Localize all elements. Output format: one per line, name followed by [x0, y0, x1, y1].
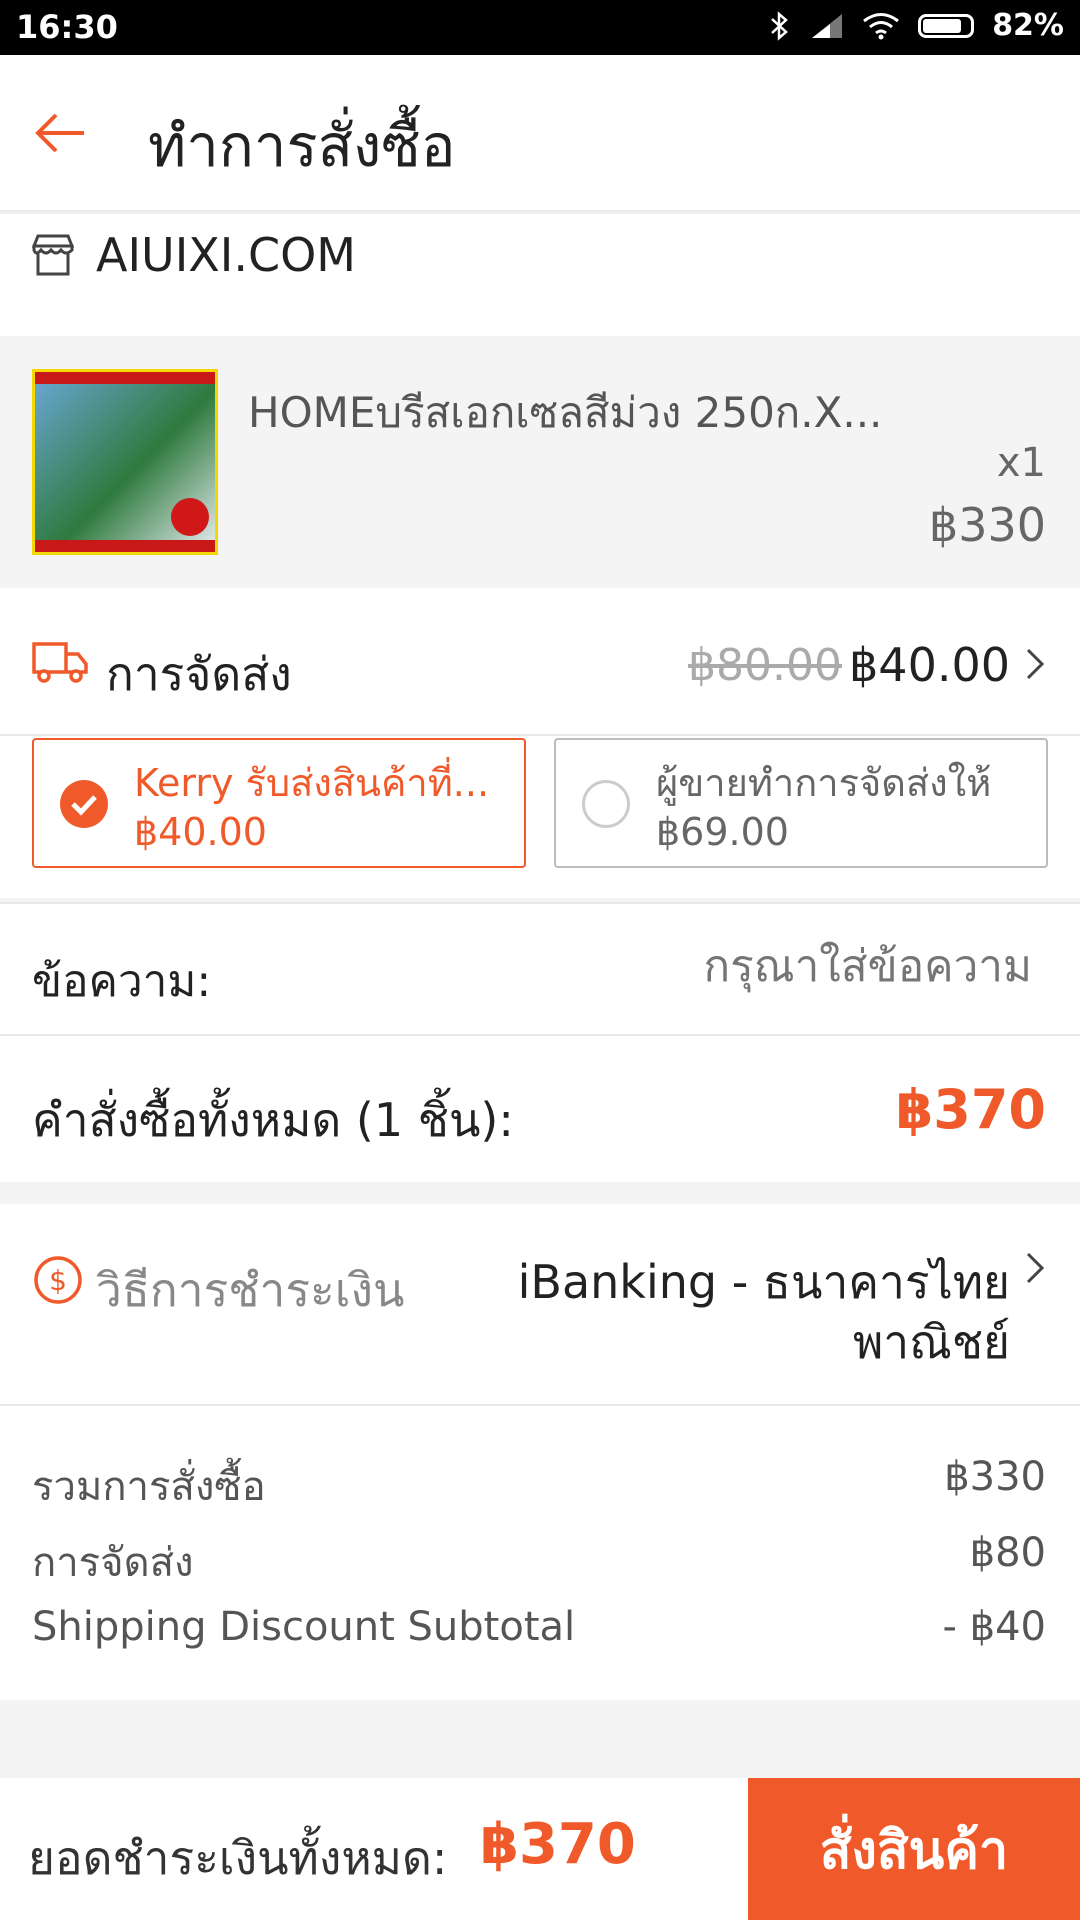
product-image-badge — [171, 498, 209, 536]
product-image-band-top — [35, 372, 215, 384]
shipping-option-price: ฿40.00 — [134, 810, 267, 854]
status-icons: 82% — [768, 8, 1064, 43]
product-quantity: x1 — [996, 440, 1046, 486]
radio-empty-icon — [582, 780, 630, 828]
shipping-old-price: ฿80.00 — [688, 640, 842, 691]
divider — [0, 902, 1080, 904]
payment-method-line1: iBanking - ธนาคารไทย — [517, 1255, 1010, 1309]
order-total-value: ฿370 — [895, 1078, 1046, 1141]
truck-icon — [32, 642, 88, 683]
battery-icon — [918, 13, 975, 38]
divider — [0, 734, 1080, 736]
summary-label: รวมการสั่งซื้อ — [32, 1464, 266, 1510]
summary-value: ฿330 — [944, 1454, 1046, 1500]
page-title: ทำการสั่งซื้อ — [148, 112, 456, 180]
summary-value: ฿80 — [969, 1530, 1046, 1576]
payment-method: iBanking - ธนาคารไทย พาณิชย์ — [518, 1252, 1010, 1372]
summary-label: การจัดส่ง — [32, 1540, 194, 1586]
shipping-option-price: ฿69.00 — [656, 810, 789, 854]
product-image — [32, 369, 218, 555]
battery-fill — [923, 18, 961, 33]
wifi-icon — [863, 12, 900, 39]
shipping-new-price: ฿40.00 — [849, 638, 1010, 692]
place-order-button[interactable]: สั่งสินค้า — [748, 1778, 1080, 1920]
app-bar: ทำการสั่งซื้อ — [0, 55, 1080, 210]
message-label: ข้อความ: — [32, 956, 212, 1007]
message-input[interactable] — [510, 940, 1034, 993]
summary-value: - ฿40 — [942, 1604, 1047, 1650]
grand-total-label: ยอดชำระเงินทั้งหมด: — [28, 1831, 448, 1885]
summary-label: Shipping Discount Subtotal — [32, 1604, 576, 1650]
chevron-right-icon[interactable] — [1024, 646, 1048, 682]
chevron-right-icon[interactable] — [1024, 1250, 1048, 1286]
shipping-option-title: Kerry รับส่งสินค้าที่... — [134, 761, 490, 805]
status-time: 16:30 — [16, 8, 118, 46]
status-bar: 16:30 82% — [0, 0, 1080, 55]
shop-name[interactable]: AIUIXI.COM — [96, 228, 356, 282]
shipping-option-title: ผู้ขายทำการจัดส่งให้ — [656, 761, 992, 805]
shipping-option-kerry[interactable]: Kerry รับส่งสินค้าที่... ฿40.00 — [32, 738, 526, 868]
payment-method-line2: พาณิชย์ — [852, 1315, 1010, 1369]
battery-percent: 82% — [992, 8, 1064, 43]
grand-total-value: ฿370 — [480, 1812, 636, 1877]
shipping-label[interactable]: การจัดส่ง — [106, 638, 292, 711]
shipping-option-seller[interactable]: ผู้ขายทำการจัดส่งให้ ฿69.00 — [554, 738, 1048, 868]
check-icon — [71, 795, 97, 816]
product-price: ฿330 — [928, 498, 1046, 552]
product-image-band-bottom — [35, 540, 215, 552]
svg-text:$: $ — [49, 1264, 67, 1297]
payment-label: วิธีการชำระเงิน — [96, 1263, 405, 1317]
order-total-label: คำสั่งซื้อทั้งหมด (1 ชิ้น): — [32, 1093, 514, 1147]
product-name: HOMEบรีสเอกเซลสีม่วง 250ก.X... — [248, 388, 883, 437]
shop-icon — [31, 234, 75, 276]
signal-icon — [812, 13, 843, 38]
checkmark-radio-icon — [60, 780, 108, 828]
bluetooth-icon — [771, 10, 789, 41]
dollar-icon: $ — [34, 1256, 82, 1304]
back-arrow-icon[interactable] — [32, 105, 88, 161]
